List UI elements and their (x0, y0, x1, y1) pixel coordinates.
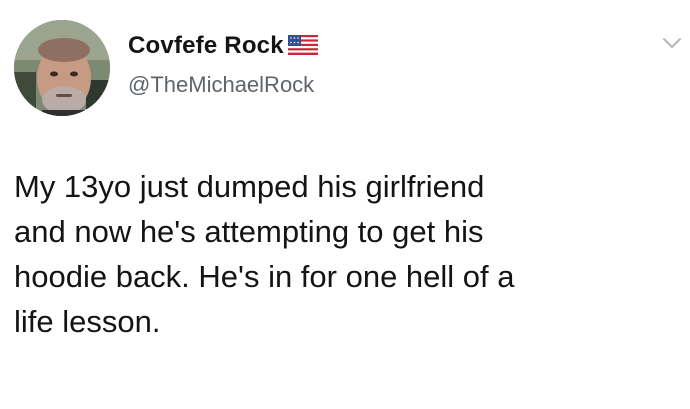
author-handle[interactable]: @TheMichaelRock (128, 72, 314, 98)
avatar[interactable] (14, 20, 110, 116)
tweet-text-line: and now he's attempting to get his (14, 214, 484, 249)
chevron-down-icon[interactable] (662, 36, 682, 50)
tweet-card: Covfefe Rock @TheMichaelRock My 13yo jus… (0, 0, 690, 409)
tweet-text-line: hoodie back. He's in for one hell of a (14, 259, 515, 294)
author-name-row: Covfefe Rock (128, 32, 318, 60)
tweet-text-line: My 13yo just dumped his girlfriend (14, 169, 485, 204)
avatar-photo (14, 20, 110, 116)
tweet-text-line: life lesson. (14, 304, 161, 339)
us-flag-icon (287, 35, 318, 55)
tweet-text: My 13yo just dumped his girlfriend and n… (14, 164, 674, 344)
author-display-name[interactable]: Covfefe Rock (128, 32, 284, 60)
